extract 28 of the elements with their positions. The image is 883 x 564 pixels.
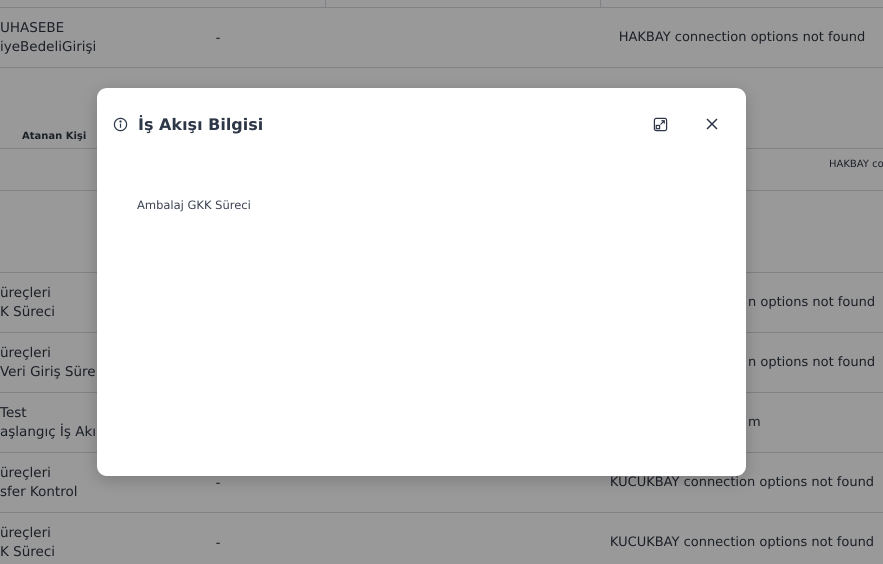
expand-icon (652, 116, 668, 132)
table-cell-text: sfer Kontrol (0, 482, 78, 502)
table-cell-text: K Süreci (0, 302, 56, 322)
table-cell-text: iyeBedeliGirişi (0, 38, 98, 56)
table-cell: HAKBAY connection options not found (618, 30, 866, 45)
dialog-title: İş Akışı Bilgisi (138, 114, 264, 134)
close-icon (705, 117, 719, 131)
table-cell: - (216, 30, 220, 46)
column-header: Atanan Kişi (21, 131, 88, 142)
table-cell: KUCUKBAY connection options not found (610, 475, 874, 490)
table-cell-text: üreçleri (0, 524, 52, 542)
table-cell-text: UHASEBE (0, 18, 66, 38)
table-cell-text: üreçleri (0, 464, 52, 482)
table-cell: - (216, 534, 220, 550)
table-cell: - (216, 474, 220, 490)
table-cell-text: n options not found (747, 355, 876, 370)
table-cell-text: üreçleri (0, 284, 52, 302)
dialog-text: Ambalaj GKK Süreci (137, 198, 252, 212)
table-cell: KUCUKBAY connection options not found (610, 535, 874, 550)
table-cell-text: n options not found (747, 295, 876, 310)
table-cell-text: m (747, 415, 761, 430)
table-cell-text: Veri Giriş Süre (0, 362, 97, 382)
table-cell-text: Test (0, 404, 28, 422)
info-icon (113, 116, 128, 132)
table-cell-text: üreçleri (0, 344, 52, 362)
table-cell-text: HAKBAY co (828, 159, 883, 170)
table-cell-text: aşlangıç İş Akı (0, 422, 98, 442)
table-cell-text: K Süreci (0, 542, 56, 562)
